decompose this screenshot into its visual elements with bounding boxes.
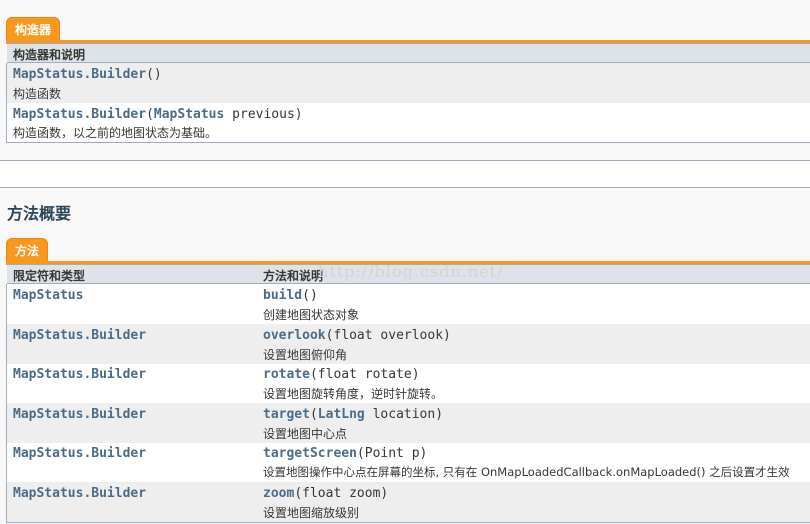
method-description: 设置地图中心点 bbox=[263, 427, 348, 441]
section-gap bbox=[0, 161, 810, 187]
constructor-link-previous[interactable]: MapStatus.Builder bbox=[13, 107, 146, 122]
method-tab-label: 方法 bbox=[15, 244, 40, 258]
method-params-open: ( bbox=[309, 407, 318, 422]
return-type-link[interactable]: MapStatus.Builder bbox=[13, 328, 146, 343]
constructor-tab: 构造器 bbox=[6, 17, 61, 41]
param-type-link[interactable]: MapStatus bbox=[154, 107, 224, 122]
method-row: MapStatus.Builder zoom(float zoom) 设置地图缩… bbox=[7, 482, 810, 522]
constructor-row: MapStatus.Builder(MapStatus previous) 构造… bbox=[7, 103, 810, 143]
constructor-row: MapStatus.Builder() 构造函数 bbox=[7, 63, 810, 103]
return-type-link[interactable]: MapStatus.Builder bbox=[13, 486, 146, 501]
method-description: 设置地图缩放级别 bbox=[263, 506, 360, 520]
method-description: 设置地图旋转角度，逆时针旋转。 bbox=[263, 387, 444, 401]
method-link-rotate[interactable]: rotate bbox=[263, 367, 310, 382]
constructor-header-row: 构造器和说明 bbox=[7, 43, 810, 63]
method-description: 设置地图操作中心点在屏幕的坐标, 只有在 OnMapLoadedCallback… bbox=[263, 465, 790, 479]
return-type-link[interactable]: MapStatus bbox=[13, 288, 83, 303]
method-left-border bbox=[6, 284, 7, 522]
constructor-params: () bbox=[146, 67, 162, 82]
return-type-link[interactable]: MapStatus.Builder bbox=[13, 446, 146, 461]
constructor-description: 构造函数，以之前的地图状态为基础。 bbox=[13, 126, 218, 140]
constructor-description: 构造函数 bbox=[13, 87, 62, 101]
method-description: 创建地图状态对象 bbox=[263, 308, 360, 322]
constructor-params-open: ( bbox=[146, 107, 154, 122]
method-header-type: 限定符和类型 bbox=[13, 269, 86, 283]
method-link-targetscreen[interactable]: targetScreen bbox=[263, 446, 357, 461]
constructor-params-rest: previous) bbox=[224, 107, 303, 122]
method-summary-heading: 方法概要 bbox=[7, 204, 72, 223]
method-row: MapStatus.Builder overlook(float overloo… bbox=[7, 324, 810, 364]
method-link-zoom[interactable]: zoom bbox=[263, 486, 294, 501]
watermark: http://blog.csdn.net/ bbox=[318, 262, 504, 281]
constructor-header-label: 构造器和说明 bbox=[13, 48, 86, 62]
method-description: 设置地图俯仰角 bbox=[263, 348, 348, 362]
constructor-left-border bbox=[6, 63, 7, 143]
method-row: MapStatus.Builder rotate(float rotate) 设… bbox=[7, 364, 810, 403]
method-row: MapStatus.Builder targetScreen(Point p) … bbox=[7, 443, 810, 482]
method-link-overlook[interactable]: overlook bbox=[263, 328, 326, 343]
method-tab: 方法 bbox=[6, 238, 49, 262]
constructor-link-default[interactable]: MapStatus.Builder bbox=[13, 67, 146, 82]
method-params: (Point p) bbox=[356, 446, 428, 461]
method-link-target[interactable]: target bbox=[263, 407, 310, 422]
method-header-method: 方法和说明 bbox=[263, 269, 324, 283]
method-params: (float zoom) bbox=[294, 486, 389, 501]
method-link-build[interactable]: build bbox=[263, 288, 302, 303]
method-bottom-border bbox=[6, 522, 810, 523]
constructor-bottom-border bbox=[6, 142, 810, 143]
method-row: MapStatus.Builder target(LatLng location… bbox=[7, 403, 810, 443]
method-row: MapStatus build() 创建地图状态对象 bbox=[7, 284, 810, 324]
method-params: () bbox=[302, 288, 318, 303]
method-params: (float overlook) bbox=[325, 328, 451, 343]
return-type-link[interactable]: MapStatus.Builder bbox=[13, 367, 146, 382]
constructor-tab-label: 构造器 bbox=[15, 23, 52, 37]
param-type-link[interactable]: LatLng bbox=[318, 407, 365, 422]
return-type-link[interactable]: MapStatus.Builder bbox=[13, 407, 146, 422]
method-params: (float rotate) bbox=[309, 367, 420, 382]
method-params-rest: location) bbox=[364, 407, 444, 422]
